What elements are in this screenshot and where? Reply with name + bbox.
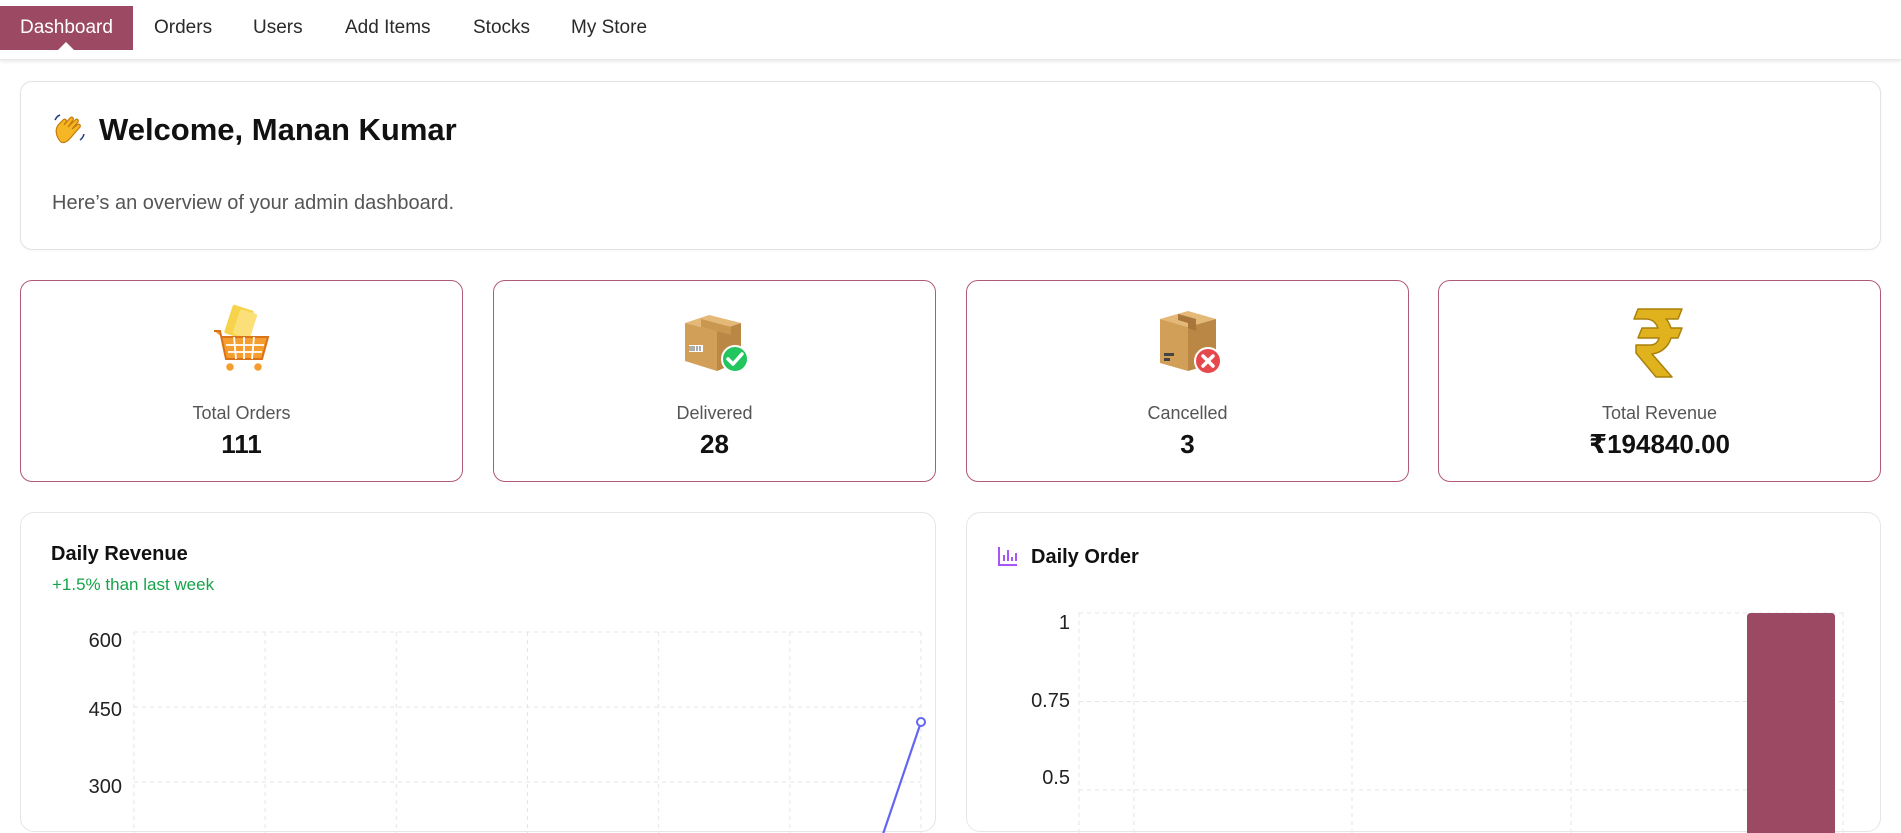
top-navbar: Dashboard Orders Users Add Items Stocks … — [0, 0, 1901, 60]
daily-order-card: Daily Order 1 0.75 0.5 — [966, 512, 1881, 833]
waving-hand-icon — [54, 114, 85, 144]
series-line — [882, 721, 923, 833]
nav-tab-label: My Store — [571, 17, 648, 38]
chart-grid — [1078, 612, 1844, 833]
package-cancelled-icon — [1159, 311, 1222, 375]
welcome-card: Welcome, Manan Kumar Here’s an overview … — [20, 81, 1881, 250]
stat-card-total-orders: Total Orders 111 — [20, 280, 463, 482]
nav-tab-label: Orders — [154, 17, 213, 38]
stat-value: 3 — [1180, 429, 1195, 459]
nav-tab-label: Users — [253, 17, 303, 38]
active-caret-icon — [58, 42, 75, 50]
bar — [1747, 613, 1835, 833]
package-delivered-icon — [684, 315, 749, 373]
y-tick-label: 0.5 — [1042, 767, 1070, 789]
stat-card-cancelled: Cancelled 3 — [966, 280, 1409, 482]
nav-tab-orders[interactable]: Orders — [134, 6, 232, 50]
nav-tab-users[interactable]: Users — [233, 6, 323, 50]
welcome-heading: Welcome, Manan Kumar — [99, 112, 457, 147]
stat-label: Total Orders — [192, 403, 291, 423]
daily-revenue-card: Daily Revenue +1.5% than last week 600 4… — [20, 512, 936, 833]
nav-tab-dashboard[interactable]: Dashboard — [0, 6, 133, 50]
data-point — [916, 717, 926, 727]
shopping-cart-icon — [213, 304, 269, 373]
welcome-subtitle: Here’s an overview of your admin dashboa… — [52, 192, 455, 214]
nav-tab-label: Dashboard — [20, 17, 113, 38]
chart-grid — [133, 631, 922, 833]
stat-label: Total Revenue — [1601, 403, 1718, 423]
nav-tab-my-store[interactable]: My Store — [551, 6, 667, 50]
y-tick-label: 1 — [1059, 612, 1070, 634]
rupee-icon — [1632, 308, 1683, 378]
y-tick-label: 0.75 — [1031, 690, 1070, 712]
nav-tab-label: Stocks — [473, 17, 531, 38]
y-tick-label: 450 — [89, 699, 122, 721]
y-tick-label: 300 — [89, 776, 122, 798]
page-title: Welcome, Manan Kumar — [51, 112, 457, 148]
nav-tab-label: Add Items — [345, 17, 431, 38]
stat-label: Cancelled — [1147, 403, 1228, 423]
y-tick-label: 600 — [89, 630, 122, 652]
stat-label: Delivered — [676, 403, 753, 423]
nav-tab-stocks[interactable]: Stocks — [453, 6, 550, 50]
stat-value: 28 — [700, 429, 729, 459]
nav-tab-add-items[interactable]: Add Items — [325, 6, 451, 50]
daily-order-chart: 1 0.75 0.5 — [1031, 612, 1844, 833]
daily-revenue-chart: 600 450 300 — [89, 630, 926, 833]
stat-value: 111 — [221, 429, 262, 459]
revenue-series — [882, 717, 926, 833]
stat-value: ₹194840.00 — [1589, 429, 1730, 459]
stat-card-delivered: Delivered 28 — [493, 280, 936, 482]
stat-card-total-revenue: Total Revenue ₹194840.00 — [1438, 280, 1881, 482]
order-bars — [1747, 613, 1835, 833]
